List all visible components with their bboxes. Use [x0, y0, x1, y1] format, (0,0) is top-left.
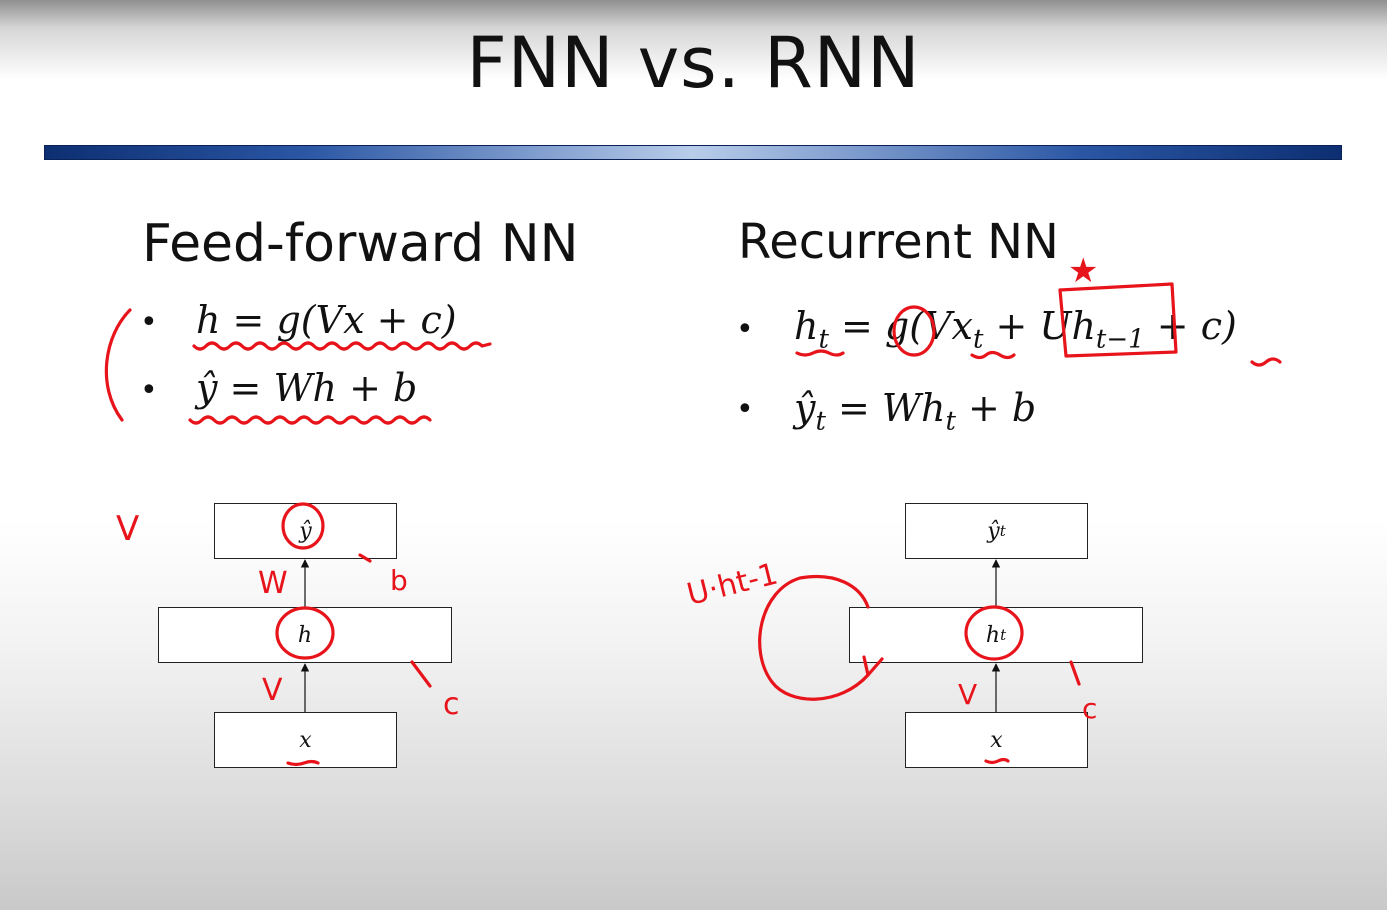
annotation-stroke-b [358, 553, 372, 563]
annotation-box-uht [1058, 282, 1178, 358]
annotation-circle-h [275, 606, 335, 660]
annotation-underline-ht [795, 349, 845, 357]
annotation-stroke-c-rnn [1069, 660, 1081, 686]
annotation-label-v-rnn: V [958, 678, 977, 711]
handwritten-annotations: V W b V c U·ht-1 V c ★ [104, 251, 1282, 767]
annotation-underline-x-ff [286, 759, 320, 767]
annotation-loop-arrowhead [862, 655, 884, 677]
annotation-underline-ff-eq2 [188, 415, 432, 425]
annotation-underline-x-rnn [984, 757, 1010, 765]
annotation-label-uht: U·ht-1 [683, 556, 781, 612]
annotation-recurrent-loop [758, 575, 870, 701]
annotation-label-w: W [258, 566, 288, 601]
annotation-star: ★ [1068, 251, 1098, 291]
annotation-circle-g [892, 305, 936, 357]
annotation-circle-yhat [281, 502, 325, 550]
annotation-label-c-rnn: c [1082, 692, 1097, 725]
annotation-label-v-left: V [116, 509, 139, 549]
annotation-stroke-c-ff [410, 660, 432, 688]
annotation-underline-ff-eq1 [192, 341, 492, 351]
annotation-circle-ht [964, 605, 1024, 661]
annotation-bracket [104, 308, 132, 422]
annotation-underline-vxt [970, 350, 1016, 360]
annotation-underline-c [1250, 357, 1282, 367]
annotation-label-v-ff: V [262, 673, 283, 708]
annotation-label-b: b [390, 564, 408, 597]
annotation-label-c-ff: c [443, 687, 460, 722]
